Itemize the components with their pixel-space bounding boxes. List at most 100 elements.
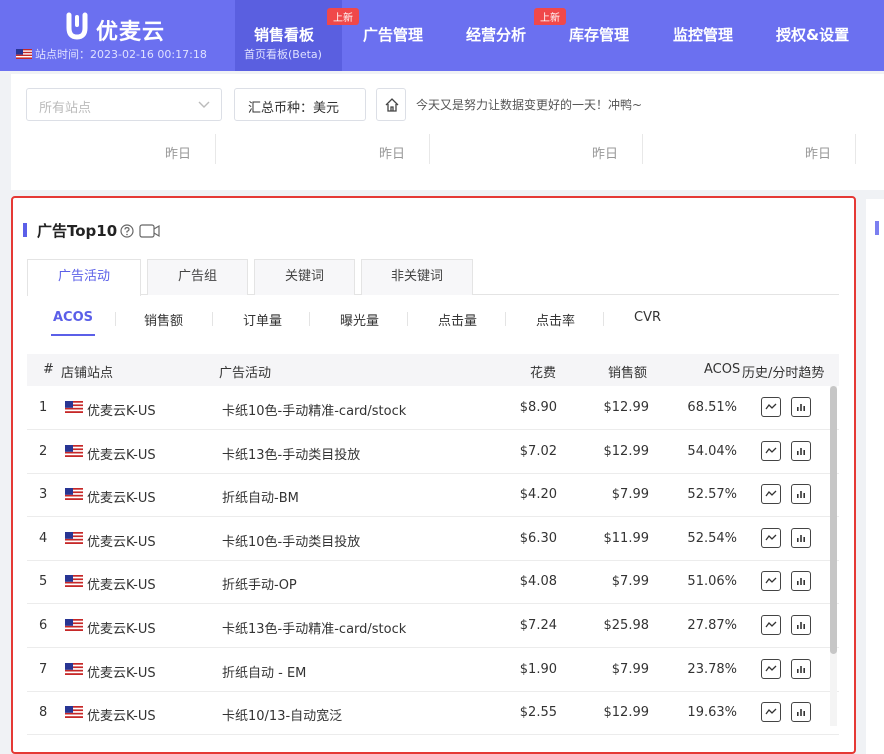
brand[interactable]: 优麦云 站点时间：2023-02-16 00:17:18 bbox=[14, 8, 234, 64]
yesterday-label: 昨日 bbox=[379, 147, 406, 162]
metric-orders[interactable]: 订单量 bbox=[243, 310, 282, 329]
divider bbox=[855, 134, 856, 164]
divider bbox=[407, 312, 408, 326]
history-trend-button[interactable] bbox=[761, 702, 781, 723]
hourly-trend-button[interactable] bbox=[791, 527, 811, 548]
table-row: 3 优麦云K-US 折纸自动-BM $4.20 $7.99 52.57% bbox=[27, 473, 839, 518]
nav-sales-board[interactable]: 销售看板 上新 首页看板(Beta) bbox=[235, 0, 359, 71]
site-time: 站点时间：2023-02-16 00:17:18 bbox=[16, 46, 207, 62]
table-row: 4 优麦云K-US 卡纸10色-手动类目投放 $6.30 $11.99 52.54% bbox=[27, 517, 839, 561]
nav-label: 销售看板 bbox=[254, 26, 315, 44]
divider bbox=[212, 312, 213, 326]
bar-chart-icon bbox=[797, 709, 805, 717]
metric-ctr[interactable]: 点击率 bbox=[536, 310, 575, 329]
help-circle-icon[interactable] bbox=[120, 224, 134, 238]
nav-business-analysis[interactable]: 经营分析 上新 bbox=[444, 0, 566, 71]
tab-campaigns[interactable]: 广告活动 bbox=[27, 259, 141, 296]
row-store: 优麦云K-US bbox=[87, 622, 156, 637]
row-index: 4 bbox=[39, 530, 48, 546]
nav-sublabel: 首页看板(Beta) bbox=[244, 48, 322, 61]
bar-chart-icon bbox=[797, 534, 805, 542]
row-acos: 68.51% bbox=[687, 400, 737, 415]
hourly-trend-button[interactable] bbox=[791, 397, 811, 417]
row-sales: $12.99 bbox=[603, 400, 650, 415]
table-header: # 店铺站点 广告活动 花费 销售额 ACOS 历史/分时趋势 bbox=[27, 354, 839, 386]
tab-ad-groups[interactable]: 广告组 bbox=[147, 259, 248, 295]
chevron-down-icon bbox=[198, 101, 210, 108]
col-trend: 历史/分时趋势 bbox=[742, 366, 825, 381]
history-trend-button[interactable] bbox=[761, 484, 781, 505]
row-store: 优麦云K-US bbox=[87, 534, 156, 550]
hourly-trend-button[interactable] bbox=[791, 571, 811, 592]
row-campaign[interactable]: 卡纸13色-手动类目投放 bbox=[222, 444, 360, 463]
site-select[interactable]: 所有站点 bbox=[26, 88, 222, 121]
filter-bar: 所有站点 汇总币种：美元 今天又是努力让数据变更好的一天！冲鸭~ 昨日 昨日 昨… bbox=[11, 74, 884, 190]
divider bbox=[642, 134, 643, 164]
divider bbox=[115, 312, 116, 326]
bar-chart-icon bbox=[797, 447, 805, 455]
row-campaign[interactable]: 卡纸13色-手动精准-card/stock bbox=[222, 618, 406, 637]
row-campaign[interactable]: 卡纸10/13-自动宽泛 bbox=[222, 705, 342, 724]
panel-accent bbox=[875, 221, 879, 235]
row-index: 1 bbox=[39, 400, 48, 415]
nav-label: 监控管理 bbox=[673, 26, 734, 44]
table-scrollbar[interactable] bbox=[830, 386, 837, 654]
row-campaign[interactable]: 折纸手动-OP bbox=[222, 574, 297, 593]
top-nav: 优麦云 站点时间：2023-02-16 00:17:18 销售看板 上新 首页看… bbox=[0, 0, 884, 71]
row-acos: 23.78% bbox=[687, 661, 737, 677]
col-store: 店铺站点 bbox=[61, 366, 114, 381]
row-spend: $4.08 bbox=[519, 574, 557, 590]
row-index: 8 bbox=[39, 705, 48, 721]
history-trend-button[interactable] bbox=[761, 615, 781, 635]
row-index: 7 bbox=[39, 661, 48, 677]
row-index: 5 bbox=[39, 574, 48, 590]
row-spend: $6.30 bbox=[519, 530, 557, 546]
metric-impressions[interactable]: 曝光量 bbox=[340, 310, 379, 329]
hourly-trend-button[interactable] bbox=[791, 615, 811, 635]
us-flag-icon bbox=[65, 619, 83, 631]
row-store: 优麦云K-US bbox=[87, 404, 156, 419]
us-flag-icon bbox=[65, 662, 83, 675]
row-acos: 52.54% bbox=[687, 530, 737, 546]
tab-non-keywords[interactable]: 非关键词 bbox=[361, 259, 473, 295]
card-title: 广告Top10 bbox=[22, 220, 118, 241]
divider bbox=[505, 312, 506, 326]
row-campaign[interactable]: 卡纸10色-手动类目投放 bbox=[222, 531, 360, 550]
metric-sales[interactable]: 销售额 bbox=[144, 310, 183, 329]
table-row: 7 优麦云K-US 折纸自动 - EM $1.90 $7.99 23.78% bbox=[27, 648, 839, 692]
history-trend-button[interactable] bbox=[761, 527, 781, 548]
hourly-trend-button[interactable] bbox=[791, 658, 811, 679]
metric-clicks[interactable]: 点击量 bbox=[438, 310, 477, 329]
metric-cvr[interactable]: CVR bbox=[634, 310, 661, 325]
row-index: 2 bbox=[39, 443, 48, 459]
video-icon[interactable] bbox=[139, 224, 161, 238]
metric-acos[interactable]: ACOS bbox=[50, 310, 96, 336]
hourly-trend-button[interactable] bbox=[791, 440, 811, 461]
nav-inventory[interactable]: 库存管理 bbox=[548, 0, 652, 71]
nav-monitoring[interactable]: 监控管理 bbox=[652, 0, 756, 71]
row-store: 优麦云K-US bbox=[87, 491, 156, 507]
history-trend-button[interactable] bbox=[761, 571, 781, 592]
motto-text: 今天又是努力让数据变更好的一天！冲鸭~ bbox=[416, 98, 643, 112]
hourly-trend-button[interactable] bbox=[791, 484, 811, 505]
card-title-text: 广告Top10 bbox=[37, 222, 118, 240]
row-campaign[interactable]: 折纸自动-BM bbox=[222, 487, 299, 506]
currency-button[interactable]: 汇总币种：美元 bbox=[234, 88, 366, 121]
row-campaign[interactable]: 卡纸10色-手动精准-card/stock bbox=[222, 400, 406, 419]
site-select-placeholder: 所有站点 bbox=[39, 101, 92, 116]
divider bbox=[429, 134, 430, 164]
row-sales: $12.99 bbox=[603, 443, 650, 459]
history-trend-button[interactable] bbox=[761, 397, 781, 417]
divider bbox=[215, 134, 216, 164]
hourly-trend-button[interactable] bbox=[791, 702, 811, 723]
tab-keywords[interactable]: 关键词 bbox=[254, 259, 355, 295]
ad-top10-card: 广告Top10 广告活动 广告组 关键词 非关键词 ACOS 销售额 订单量 曝… bbox=[11, 196, 856, 754]
nav-ad-management[interactable]: 广告管理 bbox=[342, 0, 444, 71]
history-trend-button[interactable] bbox=[761, 440, 781, 461]
history-trend-button[interactable] bbox=[761, 658, 781, 679]
table-row: 2 优麦云K-US 卡纸13色-手动类目投放 $7.02 $12.99 54.04% bbox=[27, 430, 839, 474]
row-campaign[interactable]: 折纸自动 - EM bbox=[222, 662, 306, 681]
nav-auth-settings[interactable]: 授权&设置 bbox=[756, 0, 884, 71]
bar-chart-icon bbox=[797, 491, 805, 499]
home-button[interactable] bbox=[376, 88, 406, 121]
